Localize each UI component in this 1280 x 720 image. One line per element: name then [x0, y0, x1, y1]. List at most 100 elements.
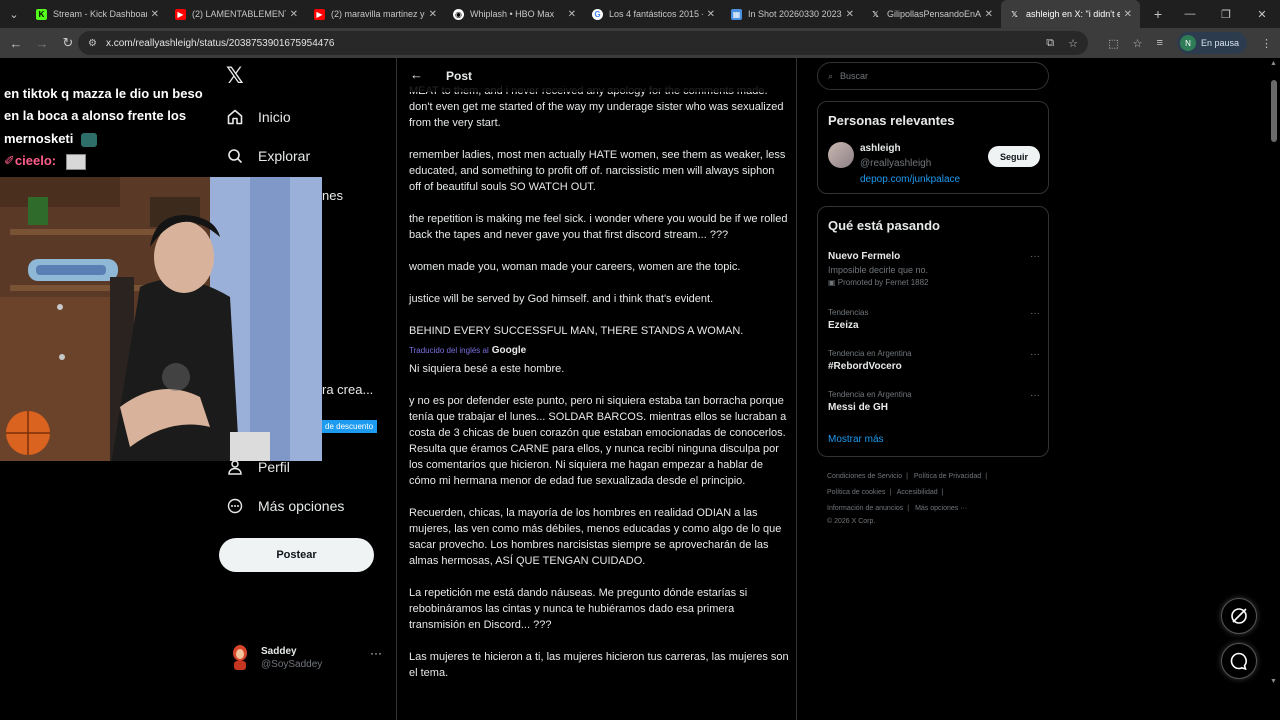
- profile-avatar: N: [1179, 35, 1196, 51]
- card-title: Qué está pasando: [828, 218, 940, 233]
- heart-icon: ✐: [4, 153, 15, 168]
- footer-link-terms[interactable]: Condiciones de Servicio: [827, 473, 902, 480]
- new-tab-button[interactable]: +: [1148, 6, 1168, 22]
- trend-name: Messi de GH: [828, 402, 889, 413]
- close-icon[interactable]: ✕: [568, 9, 576, 20]
- browser-tab[interactable]: ▶ (2) LAMENTABLEMENTE ✕: [167, 0, 306, 28]
- follow-button[interactable]: Seguir: [988, 146, 1040, 167]
- footer-link-privacy[interactable]: Política de Privacidad: [914, 473, 981, 480]
- address-bar[interactable]: ⚙ x.com/reallyashleigh/status/2038753901…: [78, 31, 1088, 55]
- twitter-icon: 𝕏: [872, 9, 879, 19]
- close-icon[interactable]: ✕: [707, 9, 715, 20]
- trend-context: Tendencia en Argentina: [828, 390, 912, 399]
- close-icon[interactable]: ✕: [1124, 9, 1132, 20]
- nav-item-home[interactable]: Inicio: [226, 104, 291, 130]
- footer-link-more[interactable]: Más opciones ···: [915, 505, 967, 512]
- account-more-icon[interactable]: ···: [370, 646, 382, 660]
- browser-tab[interactable]: ▦ In Shot 20260330 2023261 ✕: [723, 0, 862, 28]
- window-controls: — ❐ ✕: [1172, 0, 1280, 28]
- nav-label: Explorar: [258, 148, 311, 164]
- footer-link-cookies[interactable]: Política de cookies: [827, 489, 885, 496]
- search-input[interactable]: ⌕ Buscar: [817, 62, 1049, 90]
- post-button[interactable]: Postear: [219, 538, 374, 572]
- show-more-link[interactable]: Mostrar más: [828, 434, 884, 445]
- promoted-label: ▣ Promoted by Fernet 1882: [828, 278, 1040, 287]
- user-bio-link[interactable]: depop.com/junkpalace: [860, 174, 960, 185]
- user-handle: @reallyashleigh: [860, 158, 932, 169]
- trend-name: Nuevo Fermelo: [828, 251, 901, 262]
- messages-button[interactable]: [1221, 643, 1257, 679]
- browser-tab-bar: ⌄ K Stream - Kick Dashboard ✕ ▶ (2) LAME…: [0, 0, 1280, 28]
- copyright: © 2026 X Corp.: [827, 518, 876, 525]
- footer-link-accessibility[interactable]: Accesibilidad: [897, 489, 938, 496]
- browser-toolbar: ← → ↻ ⚙ x.com/reallyashleigh/status/2038…: [0, 28, 1280, 58]
- nav-item-more[interactable]: Más opciones: [226, 493, 344, 519]
- browser-tab-active[interactable]: 𝕏 ashleigh en X: "i didn't e ✕: [1001, 0, 1140, 28]
- translation-note[interactable]: Traducido del inglés al Google: [409, 343, 789, 359]
- close-icon[interactable]: ✕: [429, 9, 437, 20]
- trend-more-icon[interactable]: ···: [1030, 349, 1040, 360]
- trend-item[interactable]: Nuevo Fermelo Imposible decirle que no. …: [828, 251, 1040, 287]
- restore-icon[interactable]: ❐: [1208, 8, 1244, 21]
- user-name[interactable]: ashleigh: [860, 143, 901, 154]
- chat-username: cieelo:: [14, 153, 57, 168]
- scroll-up-icon[interactable]: ▲: [1270, 60, 1277, 67]
- avatar[interactable]: [828, 142, 854, 168]
- bookmarks-icon[interactable]: ☆: [1133, 37, 1143, 50]
- account-switcher[interactable]: Saddey @SoySaddey ···: [228, 642, 388, 672]
- browser-menu-icon[interactable]: ⋮: [1261, 37, 1272, 50]
- back-arrow-icon[interactable]: ←: [410, 67, 423, 82]
- trend-more-icon[interactable]: ···: [1030, 308, 1040, 319]
- reading-list-icon[interactable]: ≡: [1157, 37, 1163, 49]
- close-icon[interactable]: ✕: [985, 9, 993, 20]
- nav-label: Perfil: [258, 459, 290, 475]
- tab-label: (2) LAMENTABLEMENTE: [192, 9, 286, 19]
- trend-more-icon[interactable]: ···: [1030, 251, 1040, 262]
- trend-item[interactable]: Tendencia en Argentina #RebordVocero ···: [828, 349, 1040, 372]
- forward-icon[interactable]: →: [29, 36, 55, 51]
- trend-item[interactable]: Tendencia en Argentina Messi de GH ···: [828, 390, 1040, 413]
- close-icon[interactable]: ✕: [846, 9, 854, 20]
- post-paragraph-translated: y no es por defender este punto, pero ni…: [409, 395, 787, 487]
- page-scrollbar[interactable]: ▲ ▼: [1268, 58, 1280, 720]
- browser-tab[interactable]: G Los 4 fantásticos 2015 - B ✕: [584, 0, 723, 28]
- trend-more-icon[interactable]: ···: [1030, 390, 1040, 401]
- trend-item[interactable]: Tendencias Ezeiza ···: [828, 308, 1040, 331]
- back-icon[interactable]: ←: [3, 36, 29, 51]
- scrollbar-thumb[interactable]: [1271, 80, 1277, 142]
- close-icon[interactable]: ✕: [151, 9, 159, 20]
- relevant-people-card: Personas relevantes ashleigh @reallyashl…: [817, 101, 1049, 194]
- nav-item-explore[interactable]: Explorar: [226, 143, 310, 169]
- tab-label: ashleigh en X: "i didn't e: [1026, 9, 1120, 19]
- profile-status: En pausa: [1200, 38, 1239, 48]
- install-app-icon[interactable]: ⧉: [1046, 37, 1054, 50]
- emote-icon: [81, 132, 97, 147]
- post-paragraph: remember ladies, most men actually HATE …: [409, 149, 786, 193]
- post-body: MEAT to them, and i never received any a…: [409, 83, 789, 697]
- tab-label: Whiplash • HBO Max: [470, 9, 555, 19]
- extensions-icon[interactable]: ⬚: [1108, 37, 1118, 50]
- stream-chat-word: mernosketi: [4, 131, 74, 146]
- kick-icon: K: [36, 8, 47, 20]
- post-paragraph-translated: Las mujeres te hicieron a ti, las mujere…: [409, 651, 789, 679]
- browser-tab[interactable]: K Stream - Kick Dashboard ✕: [28, 0, 167, 28]
- footer-link-ads[interactable]: Información de anuncios: [827, 505, 903, 512]
- browser-tab[interactable]: ◉ Whiplash • HBO Max ✕: [445, 0, 584, 28]
- bookmark-star-icon[interactable]: ☆: [1068, 37, 1078, 50]
- x-logo-icon[interactable]: 𝕏: [226, 65, 246, 87]
- browser-tab[interactable]: ▶ (2) maravilla martinez yo ✕: [306, 0, 445, 28]
- scroll-down-icon[interactable]: ▼: [1270, 678, 1277, 685]
- browser-tab[interactable]: 𝕏 GilipollasPensandoEnASa ✕: [862, 0, 1001, 28]
- translation-label: Traducido del inglés al: [409, 346, 489, 355]
- stream-chat-line: mernosketi: [4, 131, 97, 147]
- grok-button[interactable]: [1221, 598, 1257, 634]
- tab-search-icon[interactable]: ⌄: [0, 0, 28, 28]
- emote-icon: [65, 153, 86, 170]
- post-paragraph-translated: La repetición me está dando náuseas. Me …: [409, 587, 748, 631]
- close-window-icon[interactable]: ✕: [1244, 8, 1280, 21]
- site-info-icon[interactable]: ⚙: [88, 38, 97, 49]
- profile-button[interactable]: N En pausa: [1176, 32, 1247, 54]
- minimize-icon[interactable]: —: [1172, 8, 1208, 20]
- close-icon[interactable]: ✕: [290, 9, 298, 20]
- promoted-icon: ▣: [828, 278, 838, 287]
